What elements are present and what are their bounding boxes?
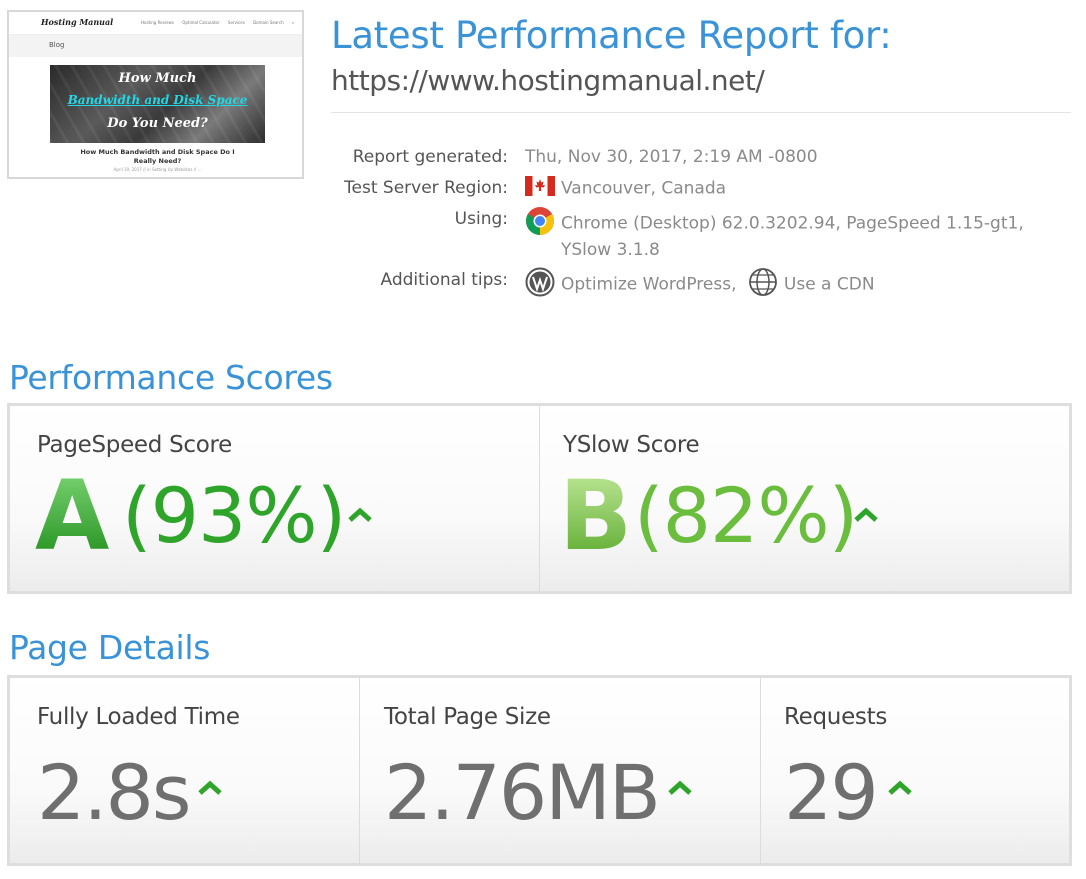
pagespeed-score-card[interactable]: PageSpeed Score A (93%)	[10, 406, 540, 591]
tip-optimize-wordpress-link[interactable]: Optimize WordPress,	[561, 275, 736, 295]
total-page-size-label: Total Page Size	[384, 704, 551, 730]
report-url[interactable]: https://www.hostingmanual.net/	[331, 64, 765, 97]
canada-flag-icon	[525, 176, 555, 201]
report-title: Latest Performance Report for:	[331, 14, 892, 57]
thumbnail-hero-line: Do You Need?	[107, 116, 208, 131]
using-value: Chrome (Desktop) 62.0.3202.94, PageSpeed…	[525, 206, 1024, 241]
thumbnail-nav-item: Services	[227, 20, 245, 25]
thumbnail-post-title: How Much Bandwidth and Disk Space Do I R…	[80, 148, 235, 165]
thumbnail-post-meta: April 19, 2017 // in Setting Up Websites…	[113, 167, 202, 172]
requests-card[interactable]: Requests 29	[761, 678, 1069, 863]
thumbnail-site-nav: Hosting Reviews Optimal Calculator Servi…	[141, 20, 301, 25]
page-details-title: Page Details	[9, 628, 211, 667]
using-label: Using:	[454, 209, 508, 229]
total-page-size-value: 2.76MB	[384, 748, 661, 837]
pagespeed-improved-arrow-icon	[348, 507, 372, 522]
wordpress-icon	[525, 267, 555, 302]
thumbnail-site-logo: Hosting Manual	[41, 17, 114, 27]
thumbnail-hero-line: Bandwidth and Disk Space	[67, 93, 248, 107]
thumbnail-nav-item: Domain Search	[253, 20, 284, 25]
thumbnail-nav-item: Optimal Calculator	[182, 20, 220, 25]
thumbnail-nav-item: Hosting Reviews	[141, 20, 174, 25]
globe-icon	[748, 267, 778, 302]
using-text: Chrome (Desktop) 62.0.3202.94, PageSpeed…	[561, 213, 1024, 234]
pagespeed-grade: A	[35, 460, 110, 572]
thumbnail-blog-bar: Blog	[9, 35, 302, 57]
header-divider	[331, 112, 1071, 113]
requests-label: Requests	[784, 704, 888, 730]
yslow-percent: (82%)	[634, 471, 858, 560]
using-value-line2: YSlow 3.1.8	[561, 240, 660, 260]
additional-tips-value: Optimize WordPress, Use a CDN	[525, 267, 875, 302]
fully-loaded-time-label: Fully Loaded Time	[37, 704, 240, 730]
chrome-icon	[525, 206, 555, 241]
page-size-improved-arrow-icon	[668, 780, 692, 795]
thumbnail-site-header: Hosting Manual Hosting Reviews Optimal C…	[9, 12, 302, 35]
yslow-score-label: YSlow Score	[563, 432, 700, 458]
test-server-region-text: Vancouver, Canada	[561, 178, 727, 199]
site-screenshot-thumbnail[interactable]: Hosting Manual Hosting Reviews Optimal C…	[7, 10, 304, 179]
page-details-panel: Fully Loaded Time 2.8s Total Page Size 2…	[7, 675, 1072, 866]
test-server-region-label: Test Server Region:	[344, 178, 508, 198]
fully-loaded-improved-arrow-icon	[198, 780, 222, 795]
fully-loaded-time-card[interactable]: Fully Loaded Time 2.8s	[10, 678, 360, 863]
test-server-region-value: Vancouver, Canada	[525, 176, 726, 201]
yslow-improved-arrow-icon	[854, 507, 878, 522]
thumbnail-hero-line: How Much	[118, 71, 197, 86]
thumbnail-search-icon: ⌕	[291, 20, 295, 25]
yslow-grade: B	[559, 460, 633, 572]
fully-loaded-time-value: 2.8s	[37, 748, 191, 837]
requests-improved-arrow-icon	[888, 780, 912, 795]
performance-scores-panel: PageSpeed Score A (93%) YSlow Score B (8…	[7, 403, 1072, 594]
thumbnail-blog-label: Blog	[49, 41, 65, 49]
total-page-size-card[interactable]: Total Page Size 2.76MB	[360, 678, 761, 863]
yslow-score-card[interactable]: YSlow Score B (82%)	[540, 406, 1069, 591]
performance-scores-title: Performance Scores	[9, 358, 333, 397]
requests-value: 29	[784, 748, 879, 837]
pagespeed-percent: (93%)	[122, 471, 346, 560]
report-generated-label: Report generated:	[352, 147, 508, 167]
pagespeed-score-label: PageSpeed Score	[37, 432, 233, 458]
thumbnail-hero-image: How Much Bandwidth and Disk Space Do You…	[50, 65, 265, 143]
report-generated-value: Thu, Nov 30, 2017, 2:19 AM -0800	[525, 147, 818, 167]
tip-use-cdn-link[interactable]: Use a CDN	[784, 275, 875, 295]
additional-tips-label: Additional tips:	[380, 270, 508, 290]
